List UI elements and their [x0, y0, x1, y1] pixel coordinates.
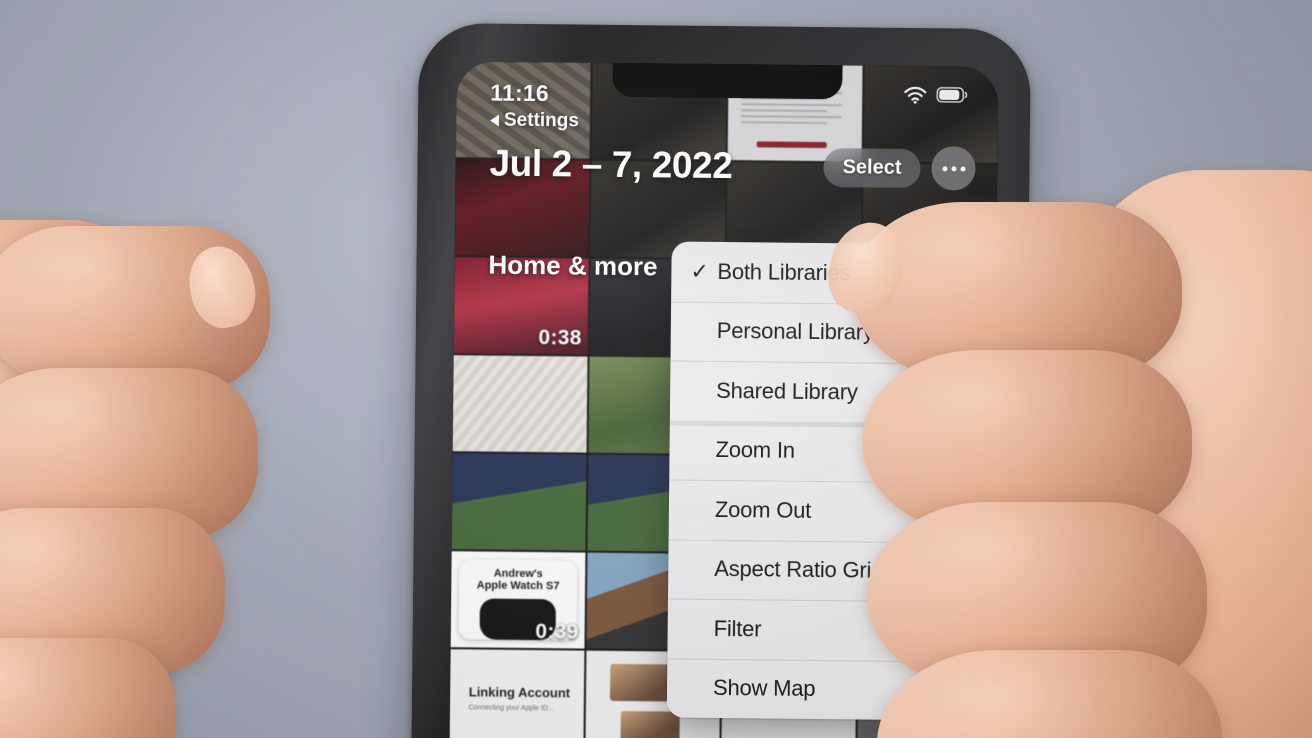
watch-title-line1: Andrew's: [493, 567, 543, 580]
menu-item-filter[interactable]: Filter: [667, 598, 998, 661]
select-button[interactable]: Select: [823, 147, 921, 188]
menu-item-label: Both Libraries: [717, 258, 851, 286]
magnifier-plus-icon: [952, 438, 986, 468]
ellipsis-icon[interactable]: [931, 146, 976, 191]
menu-item-zoom-out[interactable]: Zoom Out: [669, 479, 999, 542]
linking-title: Linking Account: [468, 683, 571, 700]
menu-item-label: Show Map: [712, 675, 816, 702]
grid-photo[interactable]: [452, 355, 588, 453]
menu-item-personal-library[interactable]: Personal Library: [670, 301, 998, 364]
video-duration: 0:38: [538, 326, 582, 350]
menu-item-both-libraries[interactable]: ✓ Both Libraries: [671, 241, 998, 304]
grid-screenshot-linking[interactable]: Linking Account Connecting your Apple ID…: [449, 649, 585, 738]
two-people-icon: [953, 378, 987, 408]
grid-video-watch[interactable]: Andrew's Apple Watch S7 0:39: [450, 551, 586, 649]
phone-screen: 0:38 Andrew's Apple Watch S7 0:39 Linkin…: [449, 61, 999, 738]
context-menu[interactable]: ✓ Both Libraries Personal Library Shared…: [666, 241, 999, 721]
person-icon: [954, 319, 988, 349]
video-duration: 0:39: [535, 620, 579, 644]
filter-lines-icon: [950, 616, 984, 646]
aspect-ratio-icon: [951, 557, 985, 587]
linking-subtitle: Connecting your Apple ID...: [468, 703, 554, 712]
menu-item-label: Filter: [713, 615, 762, 642]
page-title: Jul 2 – 7, 2022: [489, 142, 733, 187]
menu-item-label: Personal Library: [716, 318, 874, 345]
iphone-device: 0:38 Andrew's Apple Watch S7 0:39 Linkin…: [411, 22, 1031, 738]
magnifier-minus-icon: [952, 497, 986, 527]
menu-item-shared-library[interactable]: Shared Library: [670, 360, 999, 423]
nav-bar: Jul 2 – 7, 2022 Select: [455, 141, 997, 191]
nav-actions: Select: [823, 145, 976, 191]
menu-item-zoom-in[interactable]: Zoom In: [669, 420, 998, 483]
chevron-left-icon: [489, 114, 500, 127]
watch-title-line2: Apple Watch S7: [476, 579, 560, 593]
left-hand: [0, 190, 380, 738]
phone-notch: [612, 61, 843, 100]
photo-stack-icon: [954, 259, 988, 289]
menu-item-label: Aspect Ratio Grid: [714, 556, 884, 583]
grid-photo[interactable]: [451, 453, 587, 551]
back-button[interactable]: Settings: [489, 109, 580, 133]
menu-item-label: Shared Library: [716, 377, 858, 405]
menu-item-label: Zoom Out: [714, 496, 812, 523]
map-icon: [950, 676, 984, 706]
section-title: Home & more: [488, 249, 658, 282]
scene: 0:38 Andrew's Apple Watch S7 0:39 Linkin…: [0, 0, 1312, 738]
back-button-label: Settings: [503, 109, 580, 132]
menu-item-show-map[interactable]: Show Map: [667, 658, 999, 721]
menu-item-aspect-ratio-grid[interactable]: Aspect Ratio Grid: [668, 539, 999, 602]
menu-item-label: Zoom In: [715, 437, 795, 464]
checkmark-icon: ✓: [690, 258, 709, 284]
